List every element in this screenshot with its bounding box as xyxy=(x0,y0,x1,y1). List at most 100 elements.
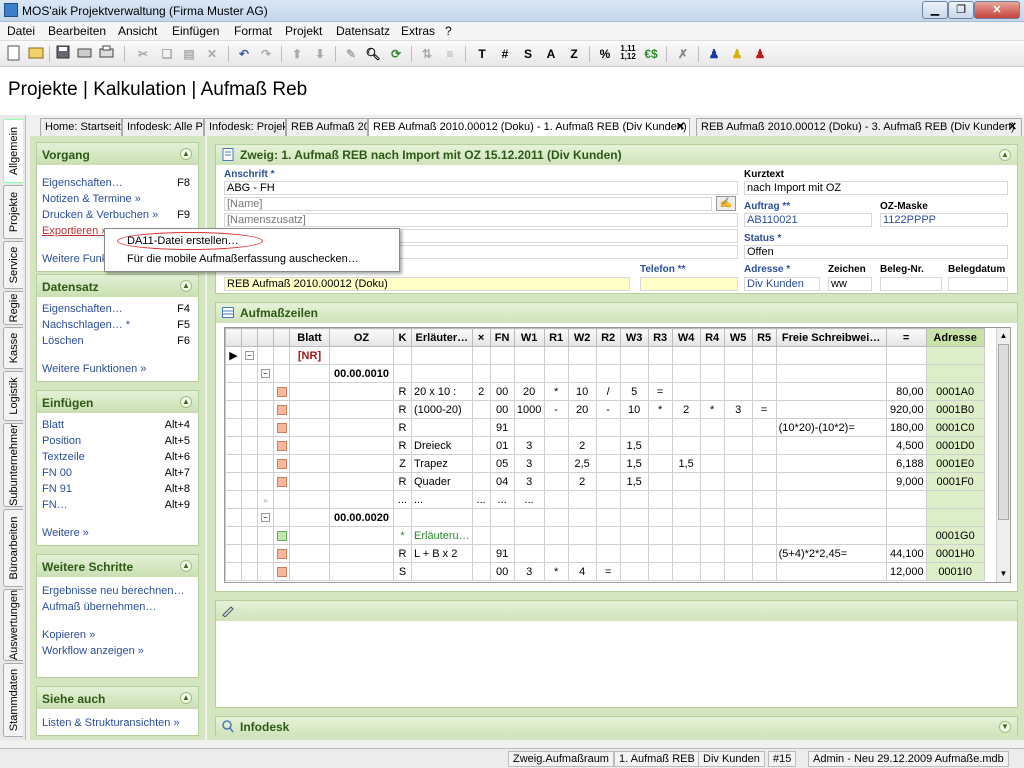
cell-r3[interactable] xyxy=(647,508,673,527)
cell-x[interactable]: 2 xyxy=(471,382,491,401)
cell-r1[interactable]: * xyxy=(543,562,569,581)
cell-r2[interactable] xyxy=(595,454,621,473)
cell-w4[interactable] xyxy=(671,544,701,563)
belegnr-field[interactable] xyxy=(880,277,942,291)
format-t-icon[interactable]: T xyxy=(473,45,491,63)
cell-w3[interactable] xyxy=(619,544,649,563)
cell-fn[interactable]: 04 xyxy=(489,472,515,491)
link-eigenschaften[interactable]: Eigenschaften… xyxy=(42,177,123,189)
cell-r4[interactable] xyxy=(699,454,725,473)
format-s-icon[interactable]: S xyxy=(519,45,537,63)
cell-adr[interactable]: 0001H0 xyxy=(925,544,985,563)
cell-r3[interactable] xyxy=(647,346,673,365)
cell-w2[interactable]: 10 xyxy=(567,382,597,401)
cell-frei[interactable] xyxy=(775,364,887,383)
cell-w1[interactable] xyxy=(513,346,545,365)
cell-r4[interactable] xyxy=(699,508,725,527)
cell-eq[interactable]: 180,00 xyxy=(885,418,927,437)
cell-k[interactable]: R xyxy=(393,400,412,419)
currency-icon[interactable]: €$ xyxy=(642,45,660,63)
cell-adr[interactable] xyxy=(925,364,985,383)
cell-r2[interactable] xyxy=(595,364,621,383)
cell-frei[interactable]: (10*20)-(10*2)= xyxy=(775,418,887,437)
cell-w1[interactable]: 1000 xyxy=(513,400,545,419)
cell-x[interactable] xyxy=(471,562,491,581)
cell-erl[interactable]: Trapez xyxy=(411,454,473,473)
close-button[interactable]: ✕ xyxy=(974,1,1020,19)
cell-fn[interactable]: 00 xyxy=(489,382,515,401)
cell-w2[interactable] xyxy=(567,508,597,527)
cell-x[interactable] xyxy=(471,544,491,563)
filter-icon[interactable]: ≡ xyxy=(441,45,459,63)
collapse-icon[interactable]: ▲ xyxy=(180,560,192,572)
column-header[interactable]: R3 xyxy=(647,328,673,347)
link-kopieren[interactable]: Kopieren » xyxy=(42,629,95,641)
cell-adr[interactable]: 0001G0 xyxy=(925,526,985,545)
cell-w1[interactable] xyxy=(513,364,545,383)
cell-fn[interactable] xyxy=(489,364,515,383)
cell-r5[interactable] xyxy=(751,436,777,455)
undo-icon[interactable]: ↶ xyxy=(235,45,253,63)
cell-r1[interactable] xyxy=(543,490,569,509)
tab-reb-aufmass-3[interactable]: REB Aufmaß 2010.00012 (Doku) - 3. Aufmaß… xyxy=(696,118,1022,136)
cell-fn[interactable]: ... xyxy=(489,490,515,509)
cell-adr[interactable]: 0001D0 xyxy=(925,436,985,455)
cell-oz[interactable] xyxy=(329,346,394,365)
cell-r3[interactable] xyxy=(647,418,673,437)
cell-w3[interactable] xyxy=(619,364,649,383)
cell-adr[interactable] xyxy=(925,490,985,509)
cell-r2[interactable] xyxy=(595,526,621,545)
cell-r1[interactable] xyxy=(543,526,569,545)
cell-r4[interactable] xyxy=(699,436,725,455)
column-header[interactable]: Freie Schreibwei… xyxy=(775,328,887,347)
cell-erl[interactable]: Erläuteru… xyxy=(411,526,473,545)
cell-blatt[interactable] xyxy=(289,562,330,581)
column-header[interactable]: R1 xyxy=(543,328,569,347)
cell-w5[interactable] xyxy=(723,454,753,473)
cell-w2[interactable] xyxy=(567,346,597,365)
cell-frei[interactable] xyxy=(775,508,887,527)
close-tab-icon[interactable]: ✕ xyxy=(1008,119,1017,135)
cell-r2[interactable] xyxy=(595,544,621,563)
cell-r3[interactable] xyxy=(647,364,673,383)
cell-w1[interactable]: 3 xyxy=(513,454,545,473)
cell-eq[interactable]: 9,000 xyxy=(885,472,927,491)
table-row[interactable]: S 00 3 * 4 = 12,000 0001I0 xyxy=(225,562,985,581)
cell-r1[interactable] xyxy=(543,436,569,455)
cell-w1[interactable]: ... xyxy=(513,490,545,509)
save-icon[interactable] xyxy=(54,45,72,63)
table-row[interactable]: * Erläuteru… 0001G0 xyxy=(225,526,985,545)
cell-r4[interactable] xyxy=(699,562,725,581)
scroll-up-icon[interactable]: ▲ xyxy=(998,329,1009,343)
cell-r1[interactable] xyxy=(543,418,569,437)
cell-r4[interactable]: * xyxy=(699,400,725,419)
link-weitere-funktionen[interactable]: Weitere Funk xyxy=(42,253,107,265)
cell-x[interactable] xyxy=(471,346,491,365)
cell-erl[interactable]: Dreieck xyxy=(411,436,473,455)
menu-format[interactable]: Format xyxy=(234,24,272,38)
vtab-regie[interactable]: Regie xyxy=(3,291,23,325)
menu-item-da11[interactable]: DA11-Datei erstellen… xyxy=(127,235,239,247)
cell-eq[interactable]: 44,100 xyxy=(885,544,927,563)
column-header[interactable]: OZ xyxy=(329,328,394,347)
cell-r5[interactable] xyxy=(751,454,777,473)
cell-blatt[interactable] xyxy=(289,472,330,491)
projekt-field[interactable]: REB Aufmaß 2010.00012 (Doku) xyxy=(224,277,630,291)
cell-r4[interactable] xyxy=(699,346,725,365)
table-row[interactable]: − 00.00.0020 xyxy=(225,508,985,527)
cell-frei[interactable] xyxy=(775,400,887,419)
cell-k[interactable]: ... xyxy=(393,490,412,509)
vtab-kasse[interactable]: Kasse xyxy=(3,327,23,369)
cell-w5[interactable] xyxy=(723,508,753,527)
cell-k[interactable]: * xyxy=(393,526,412,545)
table-row[interactable]: R Dreieck 01 3 2 1,5 4,500 0001D0 xyxy=(225,436,985,455)
cell-eq[interactable] xyxy=(885,508,927,527)
cell-eq[interactable] xyxy=(885,364,927,383)
collapse-node-icon[interactable]: − xyxy=(245,351,254,361)
link-blatt[interactable]: Blatt xyxy=(42,419,64,431)
minimize-button[interactable]: ▁ xyxy=(922,1,948,19)
cell-adr[interactable]: 0001B0 xyxy=(925,400,985,419)
link-eigenschaften-ds[interactable]: Eigenschaften… xyxy=(42,303,123,315)
cell-eq[interactable]: 920,00 xyxy=(885,400,927,419)
cell-w5[interactable] xyxy=(723,364,753,383)
